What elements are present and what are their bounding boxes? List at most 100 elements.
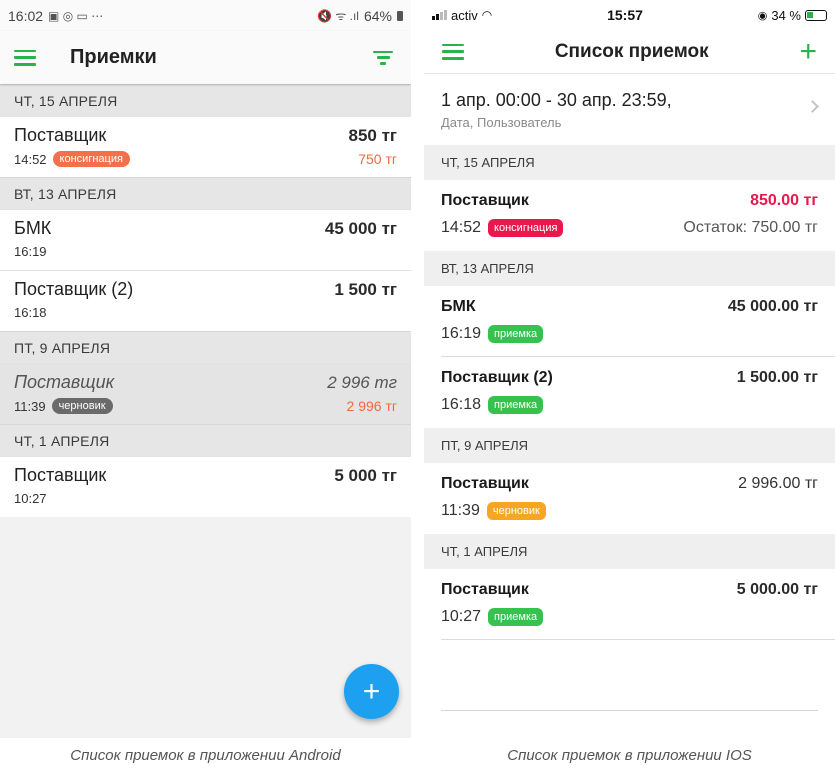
receipt-time: 16:18: [14, 305, 47, 320]
row-sub-line: 10:27: [14, 491, 397, 506]
receipt-amount: 1 500.00 тг: [736, 369, 818, 386]
filter-icon[interactable]: [373, 50, 393, 65]
supplier-name: Поставщик: [14, 465, 107, 485]
section-header: ЧТ, 1 АПРЕЛЯ: [424, 534, 835, 569]
section-header: ЧТ, 1 АПРЕЛЯ: [0, 424, 411, 456]
receipt-row[interactable]: Поставщик 850.00 тг 14:52 консигнация Остато…: [441, 180, 835, 251]
section-header: ВТ, 13 АПРЕЛЯ: [0, 177, 411, 209]
ios-screen: activ ◠ 15:57 ◉ 34 % Список приемок + 1 …: [424, 0, 835, 738]
receipt-balance: Остаток: 750.00 тг: [683, 219, 818, 236]
battery-level: 64%: [363, 7, 392, 24]
caption-ios: Список приемок в приложении IOS: [507, 747, 752, 764]
receipt-time-wrap: 14:52 консигнация: [14, 151, 130, 167]
receipt-amount: 850.00 тг: [750, 192, 818, 209]
ios-status-bar: activ ◠ 15:57 ◉ 34 %: [424, 0, 835, 30]
receipt-time: 10:27: [14, 491, 47, 506]
receipt-time: 16:18: [441, 396, 482, 413]
receipt-time: 10:27: [441, 608, 482, 625]
supplier-name: Поставщик (2): [441, 369, 553, 386]
receipt-row[interactable]: Поставщик 850 тг 14:52 консигнация 750 тг: [0, 116, 411, 177]
receipt-time-wrap: 10:27 приемка: [441, 608, 544, 626]
receipt-row[interactable]: Поставщик 2 996.00 тг 11:39 черновик: [441, 463, 835, 534]
row-sub-line: 16:18 приемка: [441, 396, 818, 414]
page-title: Список приемок: [554, 40, 709, 62]
row-main-line: Поставщик 2 996.00 тг: [441, 475, 818, 493]
status-time: 15:57: [607, 7, 643, 23]
supplier-name: Поставщик: [14, 372, 115, 392]
row-sub-line: 14:52 консигнация Остаток: 750.00 тг: [441, 219, 818, 237]
receipt-time: 11:39: [14, 398, 46, 414]
receipt-time: 14:52: [441, 219, 482, 236]
row-main-line: Поставщик 5 000 тг: [14, 465, 397, 486]
section-header: ЧТ, 15 АПРЕЛЯ: [0, 84, 411, 116]
receipt-time-wrap: 14:52 консигнация: [441, 219, 564, 237]
menu-icon[interactable]: [442, 43, 464, 60]
row-main-line: Поставщик 2 996 тг: [14, 372, 397, 393]
row-main-line: Поставщик (2) 1 500 тг: [14, 279, 397, 300]
android-app-bar: Приемки: [0, 31, 411, 84]
receipt-amount: 2 996 тг: [327, 373, 397, 392]
carrier-name: activ: [451, 7, 478, 23]
section-header: ПТ, 9 АПРЕЛЯ: [0, 331, 411, 363]
status-badge: консигнация: [52, 151, 130, 167]
supplier-name: Поставщик: [441, 192, 529, 209]
receipt-amount: 5 000.00 тг: [736, 581, 818, 598]
receipt-row[interactable]: БМК 45 000.00 тг 16:19 приемка: [441, 286, 835, 357]
signal-icon: [432, 10, 447, 20]
receipt-time-wrap: 16:19: [14, 244, 47, 259]
ios-nav-bar: Список приемок +: [424, 30, 835, 74]
supplier-name: БМК: [441, 298, 476, 315]
row-main-line: БМК 45 000 тг: [14, 218, 397, 239]
receipt-row[interactable]: Поставщик (2) 1 500 тг 16:18: [0, 270, 411, 331]
receipt-row[interactable]: Поставщик 2 996 тг 11:39 черновик 2 996 тг: [0, 363, 411, 424]
add-fab-button[interactable]: +: [344, 664, 399, 719]
row-main-line: БМК 45 000.00 тг: [441, 298, 818, 316]
receipt-time-wrap: 16:18 приемка: [441, 396, 544, 414]
status-badge: приемка: [488, 608, 544, 626]
receipt-time: 14:52: [14, 151, 47, 167]
caption-android: Список приемок в приложении Android: [70, 747, 341, 764]
row-main-line: Поставщик (2) 1 500.00 тг: [441, 369, 818, 387]
android-status-bar: 16:02 ▣ ◎ ▭ ⋯ 🔇 ᯤ .ıl 64%: [0, 0, 411, 31]
receipt-row[interactable]: БМК 45 000 тг 16:19: [0, 209, 411, 270]
status-time: 16:02: [8, 7, 44, 24]
notification-icons: ▣ ◎ ▭ ⋯: [48, 8, 104, 23]
receipt-amount: 1 500 тг: [334, 280, 397, 299]
receipt-row[interactable]: Поставщик 5 000 тг 10:27: [0, 456, 411, 517]
receipt-amount: 850 тг: [348, 126, 398, 145]
battery-level: 34 %: [771, 7, 801, 23]
battery-icon: [805, 9, 827, 21]
receipt-time-wrap: 10:27: [14, 491, 47, 506]
section-header: ВТ, 13 АПРЕЛЯ: [424, 251, 835, 286]
battery-icon: [397, 10, 403, 21]
status-badge: черновик: [486, 502, 546, 520]
row-main-line: Поставщик 850 тг: [14, 125, 397, 146]
receipt-time-wrap: 16:19 приемка: [441, 325, 544, 343]
receipt-balance: 750 тг: [358, 151, 397, 167]
filter-period: 1 апр. 00:00 - 30 апр. 23:59,: [441, 90, 672, 110]
supplier-name: Поставщик: [441, 581, 529, 598]
receipt-time: 11:39: [441, 502, 480, 519]
supplier-name: Поставщик (2): [14, 279, 134, 299]
page-title: Приемки: [70, 46, 157, 68]
filter-row[interactable]: 1 апр. 00:00 - 30 апр. 23:59, Дата, Поль…: [424, 74, 835, 145]
ios-list: ЧТ, 15 АПРЕЛЯ Поставщик 850.00 тг 14:52 конс…: [424, 145, 835, 640]
signal-icons: 🔇 ᯤ .ıl: [317, 9, 359, 23]
receipt-time-wrap: 11:39 черновик: [441, 502, 546, 520]
row-sub-line: 14:52 консигнация 750 тг: [14, 151, 397, 167]
row-sub-line: 11:39 черновик 2 996 тг: [14, 398, 397, 414]
receipt-row[interactable]: Поставщик (2) 1 500.00 тг 16:18 приемка: [441, 357, 835, 428]
supplier-name: Поставщик: [14, 125, 107, 145]
wifi-icon: ◠: [481, 8, 493, 22]
status-badge: приемка: [488, 325, 544, 343]
receipt-row[interactable]: Поставщик 5 000.00 тг 10:27 приемка: [441, 569, 835, 640]
menu-icon[interactable]: [14, 49, 36, 66]
receipt-balance: 2 996 тг: [346, 398, 397, 414]
rotation-lock-icon: ◉: [757, 9, 768, 22]
row-main-line: Поставщик 5 000.00 тг: [441, 581, 818, 599]
row-sub-line: 16:18: [14, 305, 397, 320]
add-button[interactable]: +: [799, 36, 817, 67]
receipt-amount: 5 000 тг: [334, 466, 397, 485]
receipt-amount: 2 996.00 тг: [738, 475, 818, 492]
status-badge: консигнация: [488, 219, 564, 237]
